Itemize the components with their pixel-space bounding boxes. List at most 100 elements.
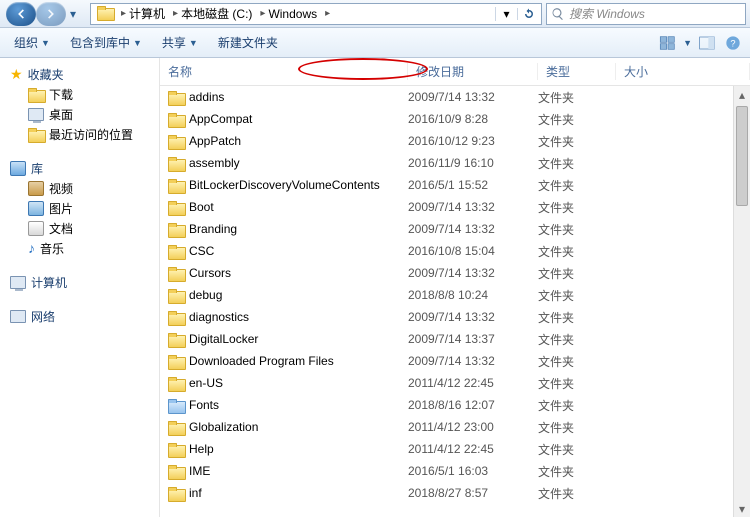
- file-type: 文件夹: [538, 463, 616, 480]
- library-icon: [10, 161, 26, 176]
- file-date: 2009/7/14 13:32: [408, 354, 538, 368]
- sidebar-item-recent[interactable]: 最近访问的位置: [0, 124, 159, 144]
- file-row[interactable]: IME2016/5/1 16:03文件夹: [160, 460, 750, 482]
- file-row[interactable]: Branding2009/7/14 13:32文件夹: [160, 218, 750, 240]
- scroll-up-button[interactable]: ▴: [734, 86, 750, 103]
- chevron-down-icon[interactable]: ▼: [683, 38, 692, 48]
- chevron-right-icon: ▸: [173, 8, 178, 19]
- desktop-icon: [28, 108, 44, 121]
- file-name: Fonts: [189, 398, 219, 412]
- breadcrumb-item[interactable]: ▸计算机: [117, 4, 169, 23]
- file-date: 2018/8/16 12:07: [408, 398, 538, 412]
- breadcrumb-item[interactable]: ▸本地磁盘 (C:): [169, 4, 256, 23]
- file-row[interactable]: Boot2009/7/14 13:32文件夹: [160, 196, 750, 218]
- file-row[interactable]: Fonts 2018/8/16 12:07文件夹: [160, 394, 750, 416]
- col-header-size[interactable]: 大小: [616, 63, 750, 80]
- network-label: 网络: [31, 308, 55, 325]
- computer-group[interactable]: 计算机: [0, 272, 159, 292]
- search-input[interactable]: 搜索 Windows: [546, 3, 746, 25]
- file-row[interactable]: addins2009/7/14 13:32文件夹: [160, 86, 750, 108]
- body-split: ★收藏夹 下载 桌面 最近访问的位置 库 视频 图片 文档 ♪音乐 计算机 网络…: [0, 58, 750, 517]
- refresh-icon: [523, 8, 535, 20]
- libraries-group[interactable]: 库: [0, 158, 159, 178]
- file-row[interactable]: CSC2016/10/8 15:04文件夹: [160, 240, 750, 262]
- file-date: 2011/4/12 22:45: [408, 442, 538, 456]
- file-row[interactable]: assembly2016/11/9 16:10文件夹: [160, 152, 750, 174]
- folder-icon: [168, 179, 184, 192]
- forward-button[interactable]: [36, 2, 66, 26]
- file-name: debug: [189, 288, 222, 302]
- folder-icon: [168, 443, 184, 456]
- file-row[interactable]: DigitalLocker2009/7/14 13:37文件夹: [160, 328, 750, 350]
- file-row[interactable]: AppCompat2016/10/9 8:28文件夹: [160, 108, 750, 130]
- network-group[interactable]: 网络: [0, 306, 159, 326]
- organize-menu[interactable]: 组织▼: [6, 31, 58, 54]
- tree-label: 下载: [49, 86, 73, 103]
- address-bar[interactable]: ▸计算机 ▸本地磁盘 (C:) ▸Windows ▸ ▾: [90, 3, 542, 25]
- file-type: 文件夹: [538, 375, 616, 392]
- tree-label: 桌面: [49, 106, 73, 123]
- share-menu[interactable]: 共享▼: [154, 31, 206, 54]
- file-date: 2009/7/14 13:37: [408, 332, 538, 346]
- breadcrumb-item[interactable]: ▸Windows: [256, 6, 321, 22]
- file-row[interactable]: inf2018/8/27 8:57文件夹: [160, 482, 750, 504]
- file-name: DigitalLocker: [189, 332, 258, 346]
- computer-label: 计算机: [31, 274, 67, 291]
- sidebar-item-pictures[interactable]: 图片: [0, 198, 159, 218]
- sidebar-item-desktop[interactable]: 桌面: [0, 104, 159, 124]
- file-row[interactable]: Downloaded Program Files2009/7/14 13:32文…: [160, 350, 750, 372]
- include-in-library-menu[interactable]: 包含到库中▼: [62, 31, 150, 54]
- file-row[interactable]: diagnostics2009/7/14 13:32文件夹: [160, 306, 750, 328]
- col-header-name[interactable]: 名称: [160, 63, 408, 80]
- file-name: assembly: [189, 156, 240, 170]
- file-name: en-US: [189, 376, 223, 390]
- sidebar-item-music[interactable]: ♪音乐: [0, 238, 159, 258]
- back-button[interactable]: [6, 2, 36, 26]
- help-button[interactable]: ?: [722, 32, 744, 54]
- preview-pane-button[interactable]: [696, 32, 718, 54]
- file-name: CSC: [189, 244, 214, 258]
- file-row[interactable]: Globalization2011/4/12 23:00文件夹: [160, 416, 750, 438]
- folder-icon: [168, 157, 184, 170]
- file-row[interactable]: Help2011/4/12 22:45文件夹: [160, 438, 750, 460]
- organize-label: 组织: [14, 34, 38, 51]
- file-date: 2018/8/8 10:24: [408, 288, 538, 302]
- computer-icon: [10, 276, 26, 289]
- nav-history-dropdown[interactable]: ▾: [66, 2, 80, 26]
- file-type: 文件夹: [538, 441, 616, 458]
- file-row[interactable]: AppPatch2016/10/12 9:23文件夹: [160, 130, 750, 152]
- sidebar-item-documents[interactable]: 文档: [0, 218, 159, 238]
- col-header-type[interactable]: 类型: [538, 63, 616, 80]
- share-label: 共享: [162, 34, 186, 51]
- sidebar-item-videos[interactable]: 视频: [0, 178, 159, 198]
- file-row[interactable]: debug2018/8/8 10:24文件夹: [160, 284, 750, 306]
- file-name: addins: [189, 90, 224, 104]
- address-dropdown-button[interactable]: ▾: [495, 7, 517, 21]
- scroll-down-button[interactable]: ▾: [734, 500, 750, 517]
- view-options-button[interactable]: [657, 32, 679, 54]
- file-rows: addins2009/7/14 13:32文件夹AppCompat2016/10…: [160, 86, 750, 517]
- folder-icon: [168, 333, 184, 346]
- navigation-pane: ★收藏夹 下载 桌面 最近访问的位置 库 视频 图片 文档 ♪音乐 计算机 网络: [0, 58, 160, 517]
- scrollbar-thumb[interactable]: [736, 106, 748, 206]
- refresh-button[interactable]: [517, 8, 539, 20]
- file-type: 文件夹: [538, 397, 616, 414]
- tree-label: 文档: [49, 220, 73, 237]
- tree-label: 图片: [49, 200, 73, 217]
- favorites-group[interactable]: ★收藏夹: [0, 64, 159, 84]
- file-row[interactable]: en-US2011/4/12 22:45文件夹: [160, 372, 750, 394]
- breadcrumb-tail[interactable]: ▸: [321, 7, 334, 20]
- new-folder-button[interactable]: 新建文件夹: [210, 31, 286, 54]
- vertical-scrollbar[interactable]: ▴ ▾: [733, 86, 750, 517]
- folder-icon: [168, 399, 184, 412]
- file-date: 2009/7/14 13:32: [408, 90, 538, 104]
- view-icon: [659, 36, 677, 50]
- sidebar-item-downloads[interactable]: 下载: [0, 84, 159, 104]
- col-header-date[interactable]: 修改日期: [408, 63, 538, 80]
- file-row[interactable]: BitLockerDiscoveryVolumeContents2016/5/1…: [160, 174, 750, 196]
- folder-icon: [28, 128, 44, 141]
- network-icon: [10, 310, 26, 323]
- tree-label: 最近访问的位置: [49, 126, 133, 143]
- file-row[interactable]: Cursors2009/7/14 13:32文件夹: [160, 262, 750, 284]
- folder-icon: [168, 135, 184, 148]
